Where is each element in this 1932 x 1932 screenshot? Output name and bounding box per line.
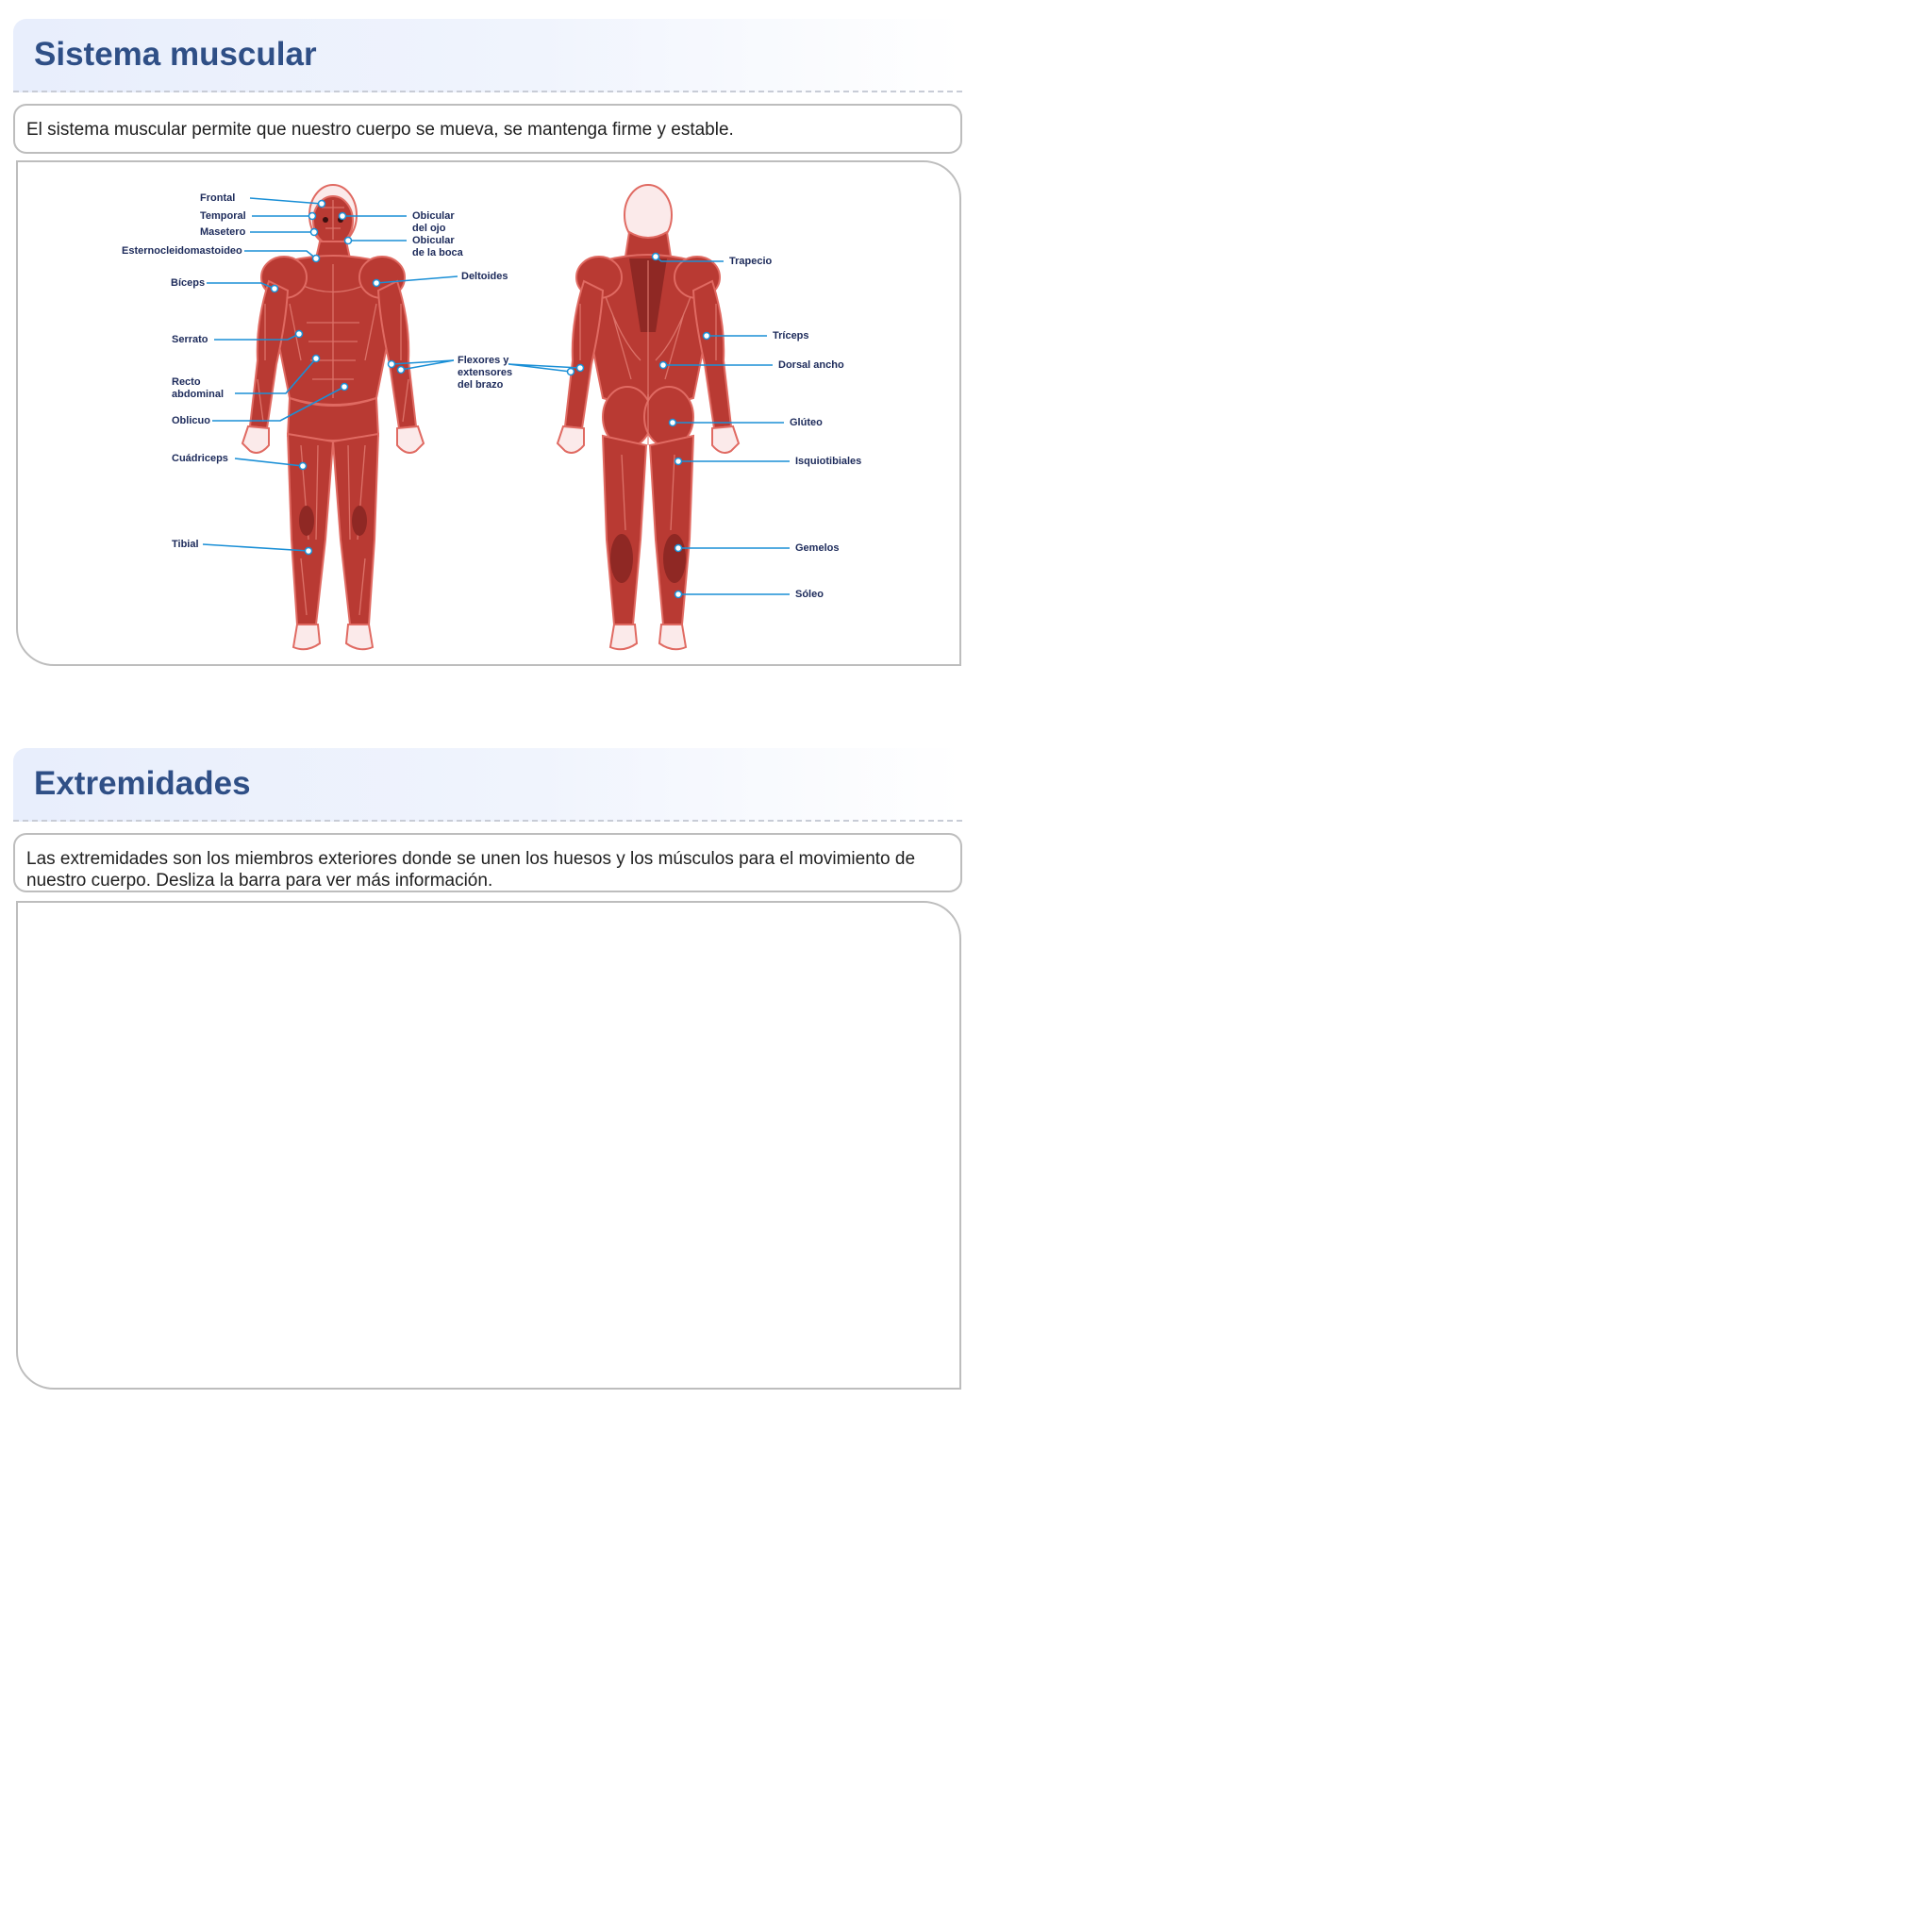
- section-title: Extremidades: [34, 765, 251, 802]
- muscular-system-diagram: Frontal Temporal Masetero Esternocleidom…: [122, 184, 861, 651]
- label-flexores-2: extensores: [458, 367, 512, 378]
- section-header-muscular: Sistema muscular: [13, 19, 962, 92]
- label-obicular-boca-2: de la boca: [412, 247, 464, 258]
- label-flexores-3: del brazo: [458, 379, 504, 391]
- section-title: Sistema muscular: [34, 36, 317, 73]
- diagram-panel: Frontal Temporal Masetero Esternocleidom…: [16, 160, 961, 666]
- label-recto: Recto: [172, 376, 201, 388]
- extremidades-panel[interactable]: [16, 901, 961, 1390]
- back-figure: [556, 184, 741, 651]
- label-isquiotibiales: Isquiotibiales: [795, 456, 861, 467]
- label-trapecio: Trapecio: [729, 256, 773, 267]
- label-abdominal: abdominal: [172, 389, 224, 400]
- label-serrato: Serrato: [172, 334, 208, 345]
- label-soleo: Sóleo: [795, 589, 824, 600]
- label-esternocleidomastoideo: Esternocleidomastoideo: [122, 245, 242, 257]
- section-header-extremidades: Extremidades: [13, 748, 962, 822]
- label-obicular-ojo-2: del ojo: [412, 223, 446, 234]
- label-temporal: Temporal: [200, 210, 246, 222]
- label-dorsal-ancho: Dorsal ancho: [778, 359, 844, 371]
- label-biceps: Bíceps: [171, 277, 205, 289]
- label-gluteo: Glúteo: [790, 417, 823, 428]
- label-tibial: Tibial: [172, 539, 199, 550]
- description-text: El sistema muscular permite que nuestro …: [26, 120, 734, 140]
- label-masetero: Masetero: [200, 226, 246, 238]
- front-figure: [241, 184, 425, 651]
- label-gemelos: Gemelos: [795, 542, 839, 554]
- label-oblicuo: Oblicuo: [172, 415, 210, 426]
- label-cuadriceps: Cuádriceps: [172, 453, 228, 464]
- label-deltoides: Deltoides: [461, 271, 508, 282]
- description-box: El sistema muscular permite que nuestro …: [13, 104, 962, 154]
- label-frontal: Frontal: [200, 192, 235, 204]
- label-obicular-ojo-1: Obicular: [412, 210, 455, 222]
- label-obicular-boca-1: Obicular: [412, 235, 455, 246]
- label-flexores-1: Flexores y: [458, 355, 509, 366]
- label-triceps: Tríceps: [773, 330, 809, 341]
- description-text: Las extremidades son los miembros exteri…: [26, 849, 916, 891]
- description-box: Las extremidades son los miembros exteri…: [13, 833, 962, 892]
